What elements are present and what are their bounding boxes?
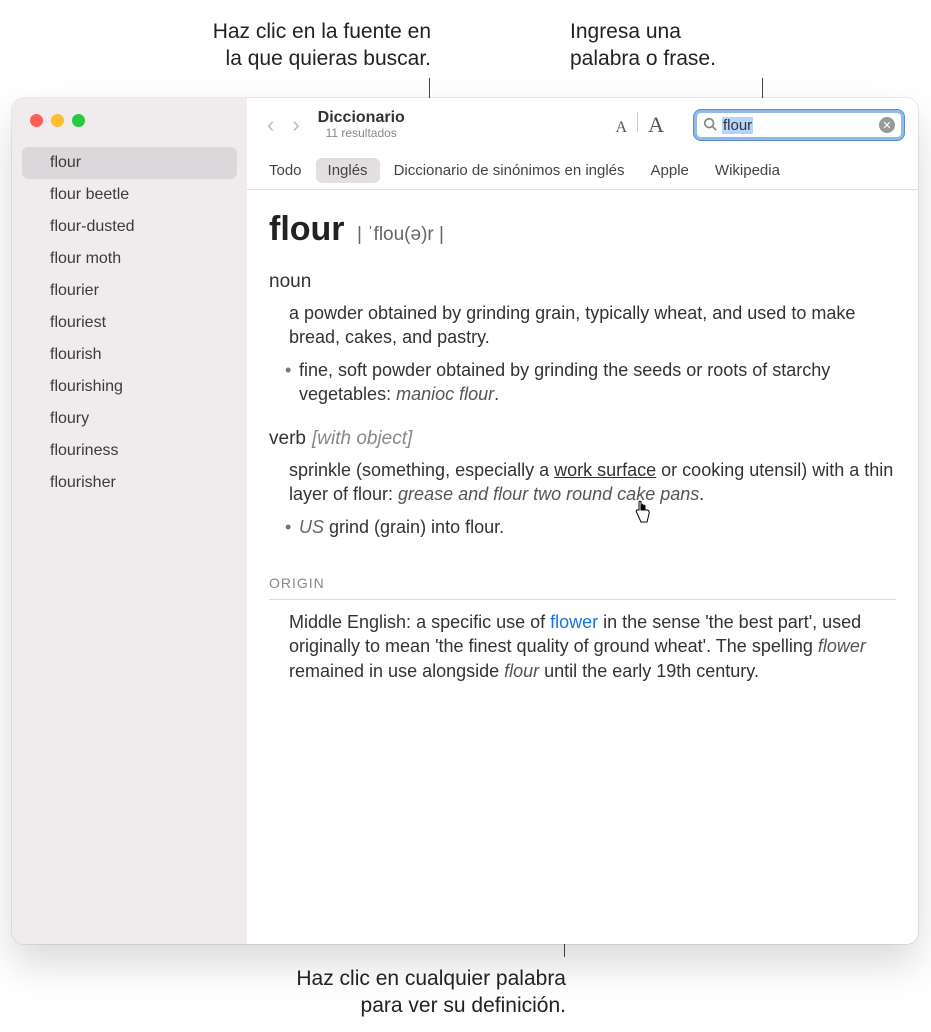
part-of-speech-noun: noun xyxy=(269,271,896,293)
entry-word: flour xyxy=(269,210,345,248)
title-text: Diccionario xyxy=(318,109,405,127)
toolbar: ‹ › Diccionario 11 resultados A A flour … xyxy=(247,98,918,152)
traffic-lights xyxy=(12,98,247,141)
source-tabs: Todo Inglés Diccionario de sinónimos en … xyxy=(247,152,918,190)
part-of-speech-verb: verb[with object] xyxy=(269,428,896,450)
tab-wikipedia[interactable]: Wikipedia xyxy=(703,158,792,183)
tab-thesaurus[interactable]: Diccionario de sinónimos en inglés xyxy=(382,158,637,183)
definition-content: flour | ˈflou(ə)r | noun a powder obtain… xyxy=(247,190,918,944)
definition-text[interactable]: sprinkle (something, especially a work s… xyxy=(289,458,896,507)
subdefinition-text[interactable]: fine, soft powder obtained by grinding t… xyxy=(299,358,896,407)
origin-text[interactable]: Middle English: a specific use of flower… xyxy=(289,610,896,683)
tab-ingles[interactable]: Inglés xyxy=(316,158,380,183)
sidebar-item[interactable]: flourishing xyxy=(22,371,237,403)
definition-text[interactable]: a powder obtained by grinding grain, typ… xyxy=(289,301,896,350)
sidebar-item[interactable]: flourier xyxy=(22,275,237,307)
back-button[interactable]: ‹ xyxy=(267,112,274,138)
tab-todo[interactable]: Todo xyxy=(257,158,314,183)
sidebar-item[interactable]: flouriest xyxy=(22,307,237,339)
close-window-button[interactable] xyxy=(30,114,43,127)
cursor-icon xyxy=(632,500,652,529)
word-link-flower[interactable]: flower xyxy=(550,612,598,632)
dictionary-window: flour flour beetle flour-dusted flour mo… xyxy=(12,98,918,944)
subdefinition-text[interactable]: US grind (grain) into flour. xyxy=(299,515,896,539)
forward-button[interactable]: › xyxy=(292,112,299,138)
sidebar-item-flour[interactable]: flour xyxy=(22,147,237,179)
sidebar-item[interactable]: flourisher xyxy=(22,467,237,499)
search-field[interactable]: flour ✕ xyxy=(694,110,904,140)
subtitle-text: 11 resultados xyxy=(326,127,397,141)
font-size-control: A A xyxy=(606,112,674,138)
search-icon xyxy=(703,117,717,134)
font-larger-button[interactable]: A xyxy=(638,112,674,138)
sidebar: flour flour beetle flour-dusted flour mo… xyxy=(12,98,247,944)
annotation-search: Ingresa unapalabra o frase. xyxy=(570,18,891,73)
tab-apple[interactable]: Apple xyxy=(639,158,701,183)
sidebar-item[interactable]: flour moth xyxy=(22,243,237,275)
clear-search-icon[interactable]: ✕ xyxy=(879,117,895,133)
window-title: Diccionario 11 resultados xyxy=(318,109,405,141)
annotation-source: Haz clic en la fuente enla que quieras b… xyxy=(213,18,431,73)
sidebar-list: flour flour beetle flour-dusted flour mo… xyxy=(12,141,247,944)
annotation-click-word: Haz clic en cualquier palabrapara ver su… xyxy=(296,965,566,1020)
font-smaller-button[interactable]: A xyxy=(606,119,638,137)
pronunciation: | ˈflou(ə)r | xyxy=(357,224,444,245)
origin-header: ORIGIN xyxy=(269,575,896,600)
sidebar-item[interactable]: flour-dusted xyxy=(22,211,237,243)
search-input[interactable]: flour xyxy=(722,117,879,134)
minimize-window-button[interactable] xyxy=(51,114,64,127)
main-content-area: ‹ › Diccionario 11 resultados A A flour … xyxy=(247,98,918,944)
sidebar-item[interactable]: flourish xyxy=(22,339,237,371)
sidebar-item[interactable]: flouriness xyxy=(22,435,237,467)
nav-buttons: ‹ › xyxy=(261,112,300,138)
zoom-window-button[interactable] xyxy=(72,114,85,127)
sidebar-item[interactable]: floury xyxy=(22,403,237,435)
sidebar-item[interactable]: flour beetle xyxy=(22,179,237,211)
highlighted-word[interactable]: work surface xyxy=(554,460,656,480)
